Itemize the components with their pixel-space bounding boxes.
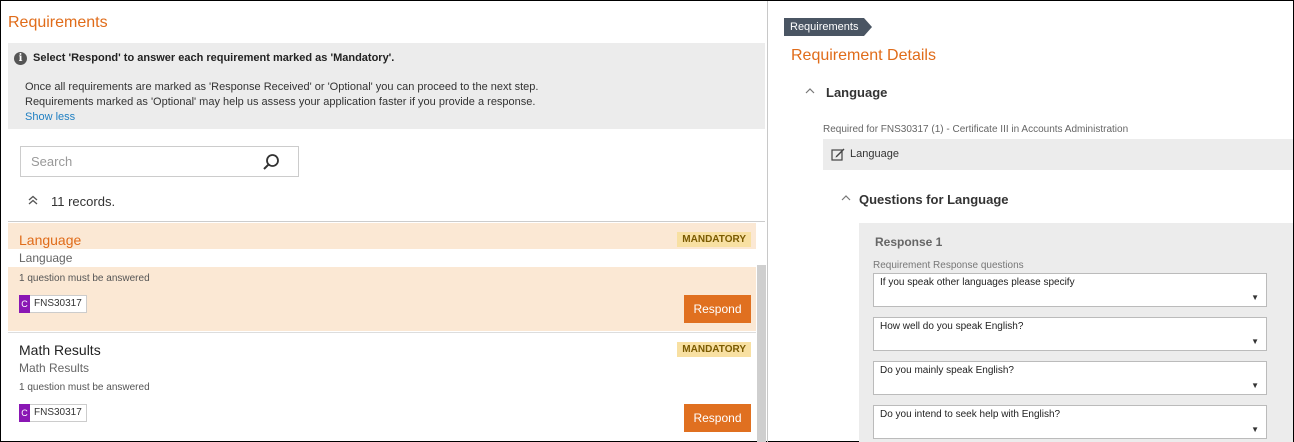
question-select[interactable]: If you speak other languages please spec… [873,273,1267,307]
requirement-subtitle: Language [19,251,73,265]
details-pane: Requirements Requirement Details Languag… [769,1,1294,442]
requirement-note: 1 question must be answered [19,273,150,284]
dropdown-arrow-icon[interactable]: ▼ [1251,337,1259,346]
requirement-note: 1 question must be answered [19,382,150,393]
requirements-title: Requirements [8,14,108,31]
breadcrumb[interactable]: Requirements [784,18,874,36]
info-line-1: Once all requirements are marked as 'Res… [25,81,539,93]
show-less-link[interactable]: Show less [25,111,75,123]
edit-icon[interactable] [831,147,845,161]
respond-button[interactable]: Respond [684,404,751,432]
records-count: 11 records. [27,194,115,209]
course-type-icon: C [19,295,30,313]
question-label: How well do you speak English? [880,321,1024,332]
course-tag: C FNS30317 [19,295,87,313]
question-select[interactable]: Do you intend to seek help with English?… [873,405,1267,439]
info-icon: i [14,52,27,65]
response-subtitle: Requirement Response questions [873,260,1024,271]
question-label: Do you intend to seek help with English? [880,409,1061,420]
course-code: FNS30317 [30,295,87,313]
info-box: i Select 'Respond' to answer each requir… [8,43,765,129]
chevron-up-icon[interactable] [841,193,851,206]
question-label: If you speak other languages please spec… [880,277,1075,288]
language-item-label: Language [850,148,899,160]
respond-button[interactable]: Respond [684,295,751,323]
language-item-bar[interactable]: Language [823,139,1293,170]
course-code: FNS30317 [30,404,87,422]
questions-section-toggle[interactable]: Questions for Language [859,192,1009,207]
double-chevron-up-icon[interactable] [27,194,41,209]
info-line-2: Requirements marked as 'Optional' may he… [25,96,536,108]
chevron-up-icon[interactable] [805,86,815,99]
info-heading: Select 'Respond' to answer each requirem… [33,52,395,64]
requirement-item-language[interactable]: Language MANDATORY Language 1 question m… [8,223,756,331]
dropdown-arrow-icon[interactable]: ▼ [1251,425,1259,434]
requirement-title[interactable]: Language [19,232,81,248]
requirement-item-math-results[interactable]: Math Results MANDATORY Math Results 1 qu… [8,333,756,442]
question-label: Do you mainly speak English? [880,365,1014,376]
required-for-text: Required for FNS30317 (1) - Certificate … [823,124,1129,135]
requirement-title[interactable]: Math Results [19,342,101,358]
dropdown-arrow-icon[interactable]: ▼ [1251,381,1259,390]
course-type-icon: C [19,404,30,422]
response-title: Response 1 [875,235,943,249]
question-select[interactable]: Do you mainly speak English? ▼ [873,361,1267,395]
response-box: Response 1 Requirement Response question… [859,223,1293,442]
mandatory-badge: MANDATORY [677,232,751,247]
records-label: 11 records. [51,194,116,209]
subtitle-band [8,249,756,267]
details-title: Requirement Details [791,47,936,64]
requirement-subtitle: Math Results [19,361,90,375]
list-scrollbar[interactable] [757,265,766,442]
search-box [20,146,299,177]
language-section-toggle[interactable]: Language [826,85,887,100]
list-divider [8,221,765,222]
dropdown-arrow-icon[interactable]: ▼ [1251,293,1259,302]
requirements-pane: Requirements i Select 'Respond' to answe… [1,1,768,442]
search-icon[interactable] [262,153,280,171]
mandatory-badge: MANDATORY [677,342,751,357]
course-tag: C FNS30317 [19,404,87,422]
search-input[interactable] [21,147,261,176]
question-select[interactable]: How well do you speak English? ▼ [873,317,1267,351]
